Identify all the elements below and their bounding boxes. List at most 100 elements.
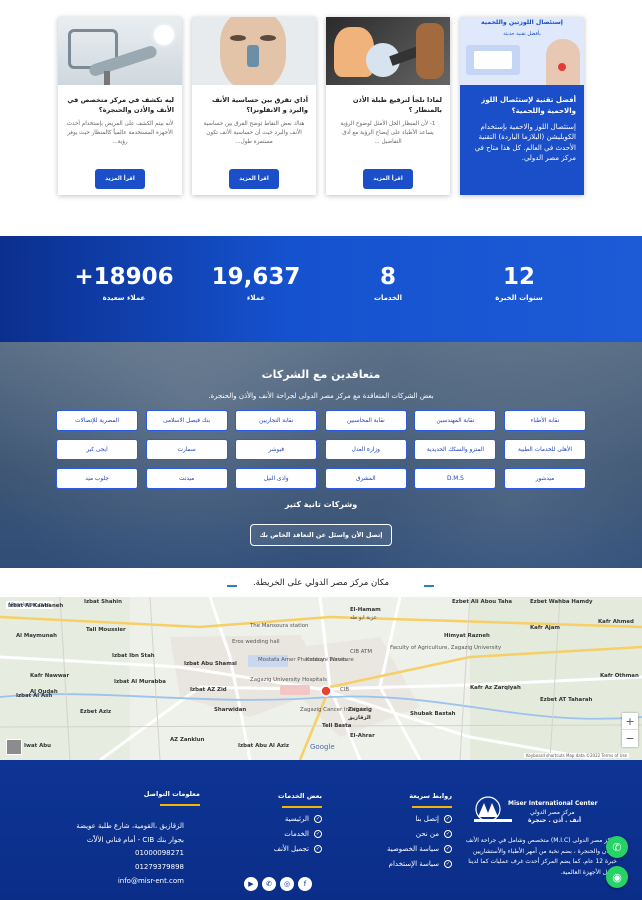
footer-link-about[interactable]: ✓ من نحن <box>372 830 452 838</box>
map-label: Izbat Ibn Stah <box>112 653 155 659</box>
partner-item: نقابة الأطباء <box>504 410 586 431</box>
check-icon: ✓ <box>444 830 452 838</box>
article-card-allergy[interactable]: أذاي تفرق بين حساسية الأنف والبرد و الان… <box>192 17 316 195</box>
partner-item: ميدنت <box>145 468 228 489</box>
article-card-specialist[interactable]: ليه تكشف في مركز متخصص في الأنف والأذن و… <box>58 17 182 195</box>
map-label: Faculty of Agriculture, Zagazig Universi… <box>390 645 502 651</box>
map-label: Zagazig University Hospitals <box>250 677 327 683</box>
youtube-icon[interactable]: ▶ <box>244 877 258 891</box>
partner-item: ايجى كير <box>56 439 139 460</box>
whatsapp-float-button[interactable]: ◉ <box>606 866 628 888</box>
title-underline <box>282 806 322 808</box>
article-excerpt: هناك بعض النقاط توضح الفرق بين حساسية ال… <box>203 121 305 146</box>
phone-1[interactable]: 01000098271 <box>135 847 184 861</box>
read-more-button[interactable]: اقرأ المزيد <box>363 169 413 189</box>
check-icon: ✓ <box>444 860 452 868</box>
link-label[interactable]: الرئيسية <box>285 815 309 823</box>
footer-link-privacy[interactable]: ✓ سياسة الخصوصية <box>372 845 452 853</box>
article-card-eardrum[interactable]: لماذا نلجأ لترقيع طبلة الأذن بالمنظار ؟ … <box>326 17 450 195</box>
link-label[interactable]: الخدمات <box>284 830 309 838</box>
stat-label: عملاء سعيدة <box>102 294 146 302</box>
partner-item: نقابة التجاريين <box>235 410 318 431</box>
partner-item: جلوب ميد <box>56 468 139 489</box>
map-title: مكان مركز مصر الدولي على الخريطة. <box>252 578 390 588</box>
map-label: Ezbet Aziz <box>80 709 112 715</box>
contact-now-button[interactable]: إتصل الأن واسئل عن التعاقد الخاص بك <box>250 524 392 546</box>
stat-number: 12 <box>502 264 535 290</box>
google-logo: Google <box>310 743 335 751</box>
link-label[interactable]: إتصل بنا <box>415 815 439 823</box>
article-image-eardrum <box>326 17 450 85</box>
stat-number: 19,637 <box>211 264 301 290</box>
partner-item: وادى النيل <box>235 468 318 489</box>
map-label: Eros wedding hall <box>232 639 280 645</box>
partner-item: ميدشور <box>504 468 586 489</box>
call-float-button[interactable]: ✆ <box>606 836 628 858</box>
check-icon: ✓ <box>314 815 322 823</box>
contact-details: الزقازيق ،القومية، شارع طلبة عويضة بجوار… <box>58 820 184 888</box>
check-icon: ✓ <box>314 830 322 838</box>
partner-item: المشرق <box>324 468 407 489</box>
zoom-in-button[interactable]: + <box>622 713 638 730</box>
map-label: Izbat AZ Zid <box>190 687 227 693</box>
map-label: Ezbet Ali Abou Taha <box>452 599 513 605</box>
map-label: Izbat Abu Al Aziz <box>238 743 290 749</box>
article-excerpt: لأنه بيتم الكشف على المريض بإستخدام أحدث… <box>66 121 174 146</box>
partners-subtitle: بعض الشركات المتعاقدة مع مركز مصر الدولى… <box>208 392 434 400</box>
link-label[interactable]: سياسة الخصوصية <box>387 845 439 853</box>
zoom-controls: + − <box>622 713 638 747</box>
logo-text-ar: مركز مصر الدولي <box>530 809 575 816</box>
stat-label: الخدمات <box>373 294 403 302</box>
article-excerpt: إستئصال اللوز والاحمية بإستخدام الكوبليش… <box>474 122 576 163</box>
article-title[interactable]: لماذا نلجأ لترقيع طبلة الأذن بالمنظار ؟ <box>326 85 450 115</box>
map-label: Izbat Al Murabba <box>114 679 166 685</box>
contact-column: معلومات التواصل <box>96 760 200 806</box>
link-label[interactable]: سياسة الإستخدام <box>389 860 439 868</box>
footer-link-rhinoplasty[interactable]: ✓ تجميل الأنف <box>250 845 322 853</box>
map-label: Kafr Ajam <box>530 625 560 631</box>
partner-item: وزارة العدل <box>324 439 407 460</box>
whatsapp-icon: ◉ <box>612 870 622 884</box>
footer-link-home[interactable]: ✓ الرئيسية <box>250 815 322 823</box>
article-image-tonsils: إستئصال اللوزتين واللحمية بأفضل تقنية حد… <box>460 17 584 85</box>
facebook-icon[interactable]: f <box>298 877 312 891</box>
whatsapp-icon[interactable]: ✆ <box>262 877 276 891</box>
stat-number: 8 <box>379 264 396 290</box>
footer-link-terms[interactable]: ✓ سياسة الإستخدام <box>372 860 452 868</box>
map-label: CIB ATM <box>350 649 372 655</box>
partner-item: نقابة المهندسين <box>414 410 497 431</box>
email-link[interactable]: info@misr-ent.com <box>118 875 184 889</box>
map-label: Kafr Az Zarqiyah <box>470 685 521 691</box>
map-label: Shubak Bastah <box>410 711 456 717</box>
zoom-out-button[interactable]: − <box>622 730 638 747</box>
read-more-button[interactable]: اقرأ المزيد <box>95 169 145 189</box>
google-map[interactable]: View larger map Izbat Al Kaabaneh Izbat … <box>0 597 642 760</box>
link-label[interactable]: تجميل الأنف <box>274 845 309 853</box>
map-label: The Mansoura station <box>250 623 309 629</box>
footer-link-contact[interactable]: ✓ إتصل بنا <box>372 815 452 823</box>
map-label: Iwat Abu <box>24 743 51 749</box>
article-excerpt: 1- لأن المنظار الحل الأمثل لوضوح الرؤية … <box>340 121 436 146</box>
article-title[interactable]: أفضل تقنية لإستئصال اللوز والاحمية واللح… <box>460 85 584 117</box>
map-label: Al Qudah <box>30 689 58 695</box>
social-links: ▶ ✆ ◎ f <box>244 877 312 891</box>
footer-link-services[interactable]: ✓ الخدمات <box>250 830 322 838</box>
map-label: Ezbet AT Taharah <box>540 697 593 703</box>
footer-about: مركز مصر الدولى (M.I.C) متخصص وشامل في ج… <box>465 837 617 876</box>
phone-2[interactable]: 01279379898 <box>135 861 184 875</box>
article-title[interactable]: ليه تكشف في مركز متخصص في الأنف والأذن و… <box>58 85 182 115</box>
partner-item: المصرية للإتصالات <box>56 410 139 431</box>
street-view-thumbnail[interactable] <box>6 739 22 755</box>
map-label: Ezbet Wahba Hamdy <box>530 599 593 605</box>
map-label: عزبة ابو طه <box>350 615 377 621</box>
article-image-specialist <box>58 17 182 85</box>
article-title[interactable]: أذاي تفرق بين حساسية الأنف والبرد و الان… <box>192 85 316 115</box>
partner-item: بنك فيصل الاسلامى <box>145 410 228 431</box>
map-label: Tall Moussier <box>86 627 126 633</box>
instagram-icon[interactable]: ◎ <box>280 877 294 891</box>
article-card-tonsils[interactable]: إستئصال اللوزتين واللحمية بأفضل تقنية حد… <box>460 17 584 195</box>
link-label[interactable]: من نحن <box>416 830 439 838</box>
read-more-button[interactable]: اقرأ المزيد <box>229 169 279 189</box>
stat-services: 8 الخدمات <box>328 264 448 302</box>
map-copyright[interactable]: Keyboard shortcuts Map data ©2022 Terms … <box>524 753 630 758</box>
